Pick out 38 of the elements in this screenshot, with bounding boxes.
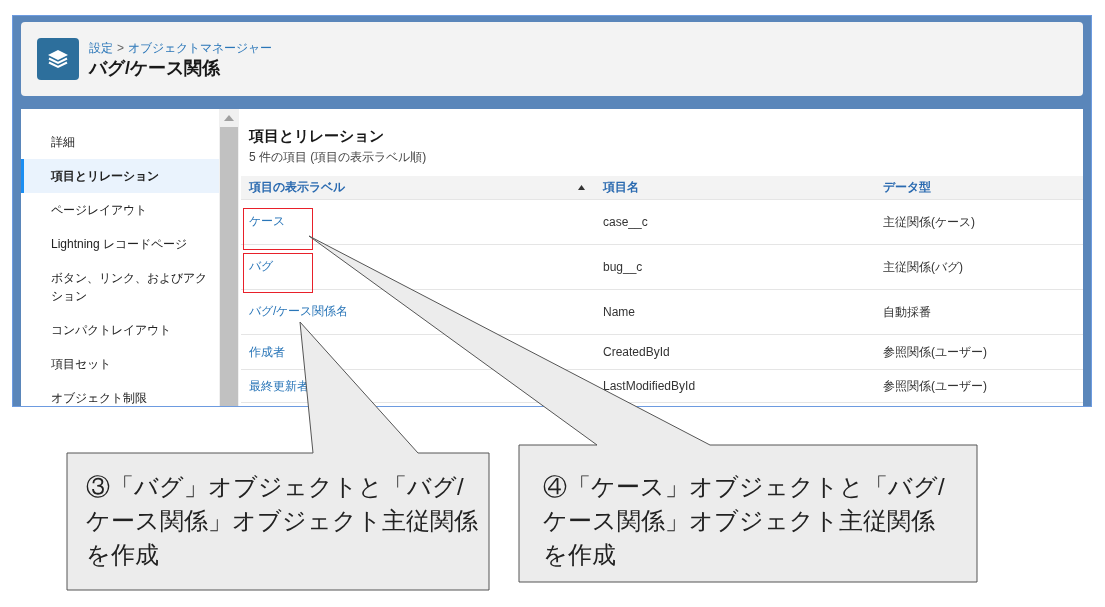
scroll-up-icon[interactable] — [224, 115, 234, 121]
field-label-link[interactable]: バグ/ケース関係名 — [249, 301, 349, 320]
sidebar-item[interactable]: Lightning レコードページ — [21, 227, 219, 261]
sidebar-item[interactable]: 項目とリレーション — [21, 159, 219, 193]
section-subtitle: 5 件の項目 (項目の表示ラベル順) — [249, 148, 428, 166]
callout-text: ④「ケース」オブジェクトと「バグ/ケース関係」オブジェクト主従関係を作成 — [543, 472, 946, 570]
stack-icon — [37, 38, 79, 80]
sort-ascending-icon[interactable] — [578, 184, 585, 190]
column-header[interactable]: 項目の表示ラベル — [241, 178, 603, 196]
field-name: Name — [603, 303, 636, 321]
field-label-link[interactable]: バグ — [249, 256, 273, 275]
data-type: 主従関係(ケース) — [883, 213, 976, 231]
column-header[interactable]: データ型 — [883, 178, 1083, 196]
section-title: 項目とリレーション — [249, 126, 385, 146]
breadcrumb-link[interactable]: 設定 — [89, 38, 113, 57]
sidebar-item[interactable]: ボタン、リンク、およびアクション — [21, 261, 219, 313]
data-type: 自動採番 — [883, 303, 932, 321]
sidebar-item[interactable]: 詳細 — [21, 125, 219, 159]
sidebar-item[interactable]: オブジェクト制限 — [21, 381, 219, 406]
sidebar-item[interactable]: 項目セット — [21, 347, 219, 381]
field-label-link[interactable]: 作成者 — [249, 342, 285, 361]
field-label-link[interactable]: ケース — [249, 211, 285, 230]
scrollbar-thumb[interactable] — [220, 127, 238, 406]
field-name: CreatedById — [603, 343, 671, 361]
field-name: bug__c — [603, 258, 644, 276]
sidebar-item[interactable]: ページレイアウト — [21, 193, 219, 227]
breadcrumb-link[interactable]: オブジェクトマネージャー — [128, 38, 272, 57]
field-name: LastModifiedById — [603, 377, 697, 395]
data-type: 参照関係(ユーザー) — [883, 377, 988, 395]
page-title: バグ/ケース関係 — [89, 56, 221, 80]
breadcrumb-separator: > — [117, 39, 124, 57]
data-type: 主従関係(バグ) — [883, 258, 964, 276]
field-name: case__c — [603, 213, 649, 231]
callout-text: ③「バグ」オブジェクトと「バグ/ケース関係」オブジェクト主従関係を作成 — [86, 472, 479, 570]
sidebar-item[interactable]: コンパクトレイアウト — [21, 313, 219, 347]
data-type: 参照関係(ユーザー) — [883, 343, 988, 361]
scrollbar[interactable] — [219, 109, 239, 406]
column-header[interactable]: 項目名 — [603, 178, 883, 196]
